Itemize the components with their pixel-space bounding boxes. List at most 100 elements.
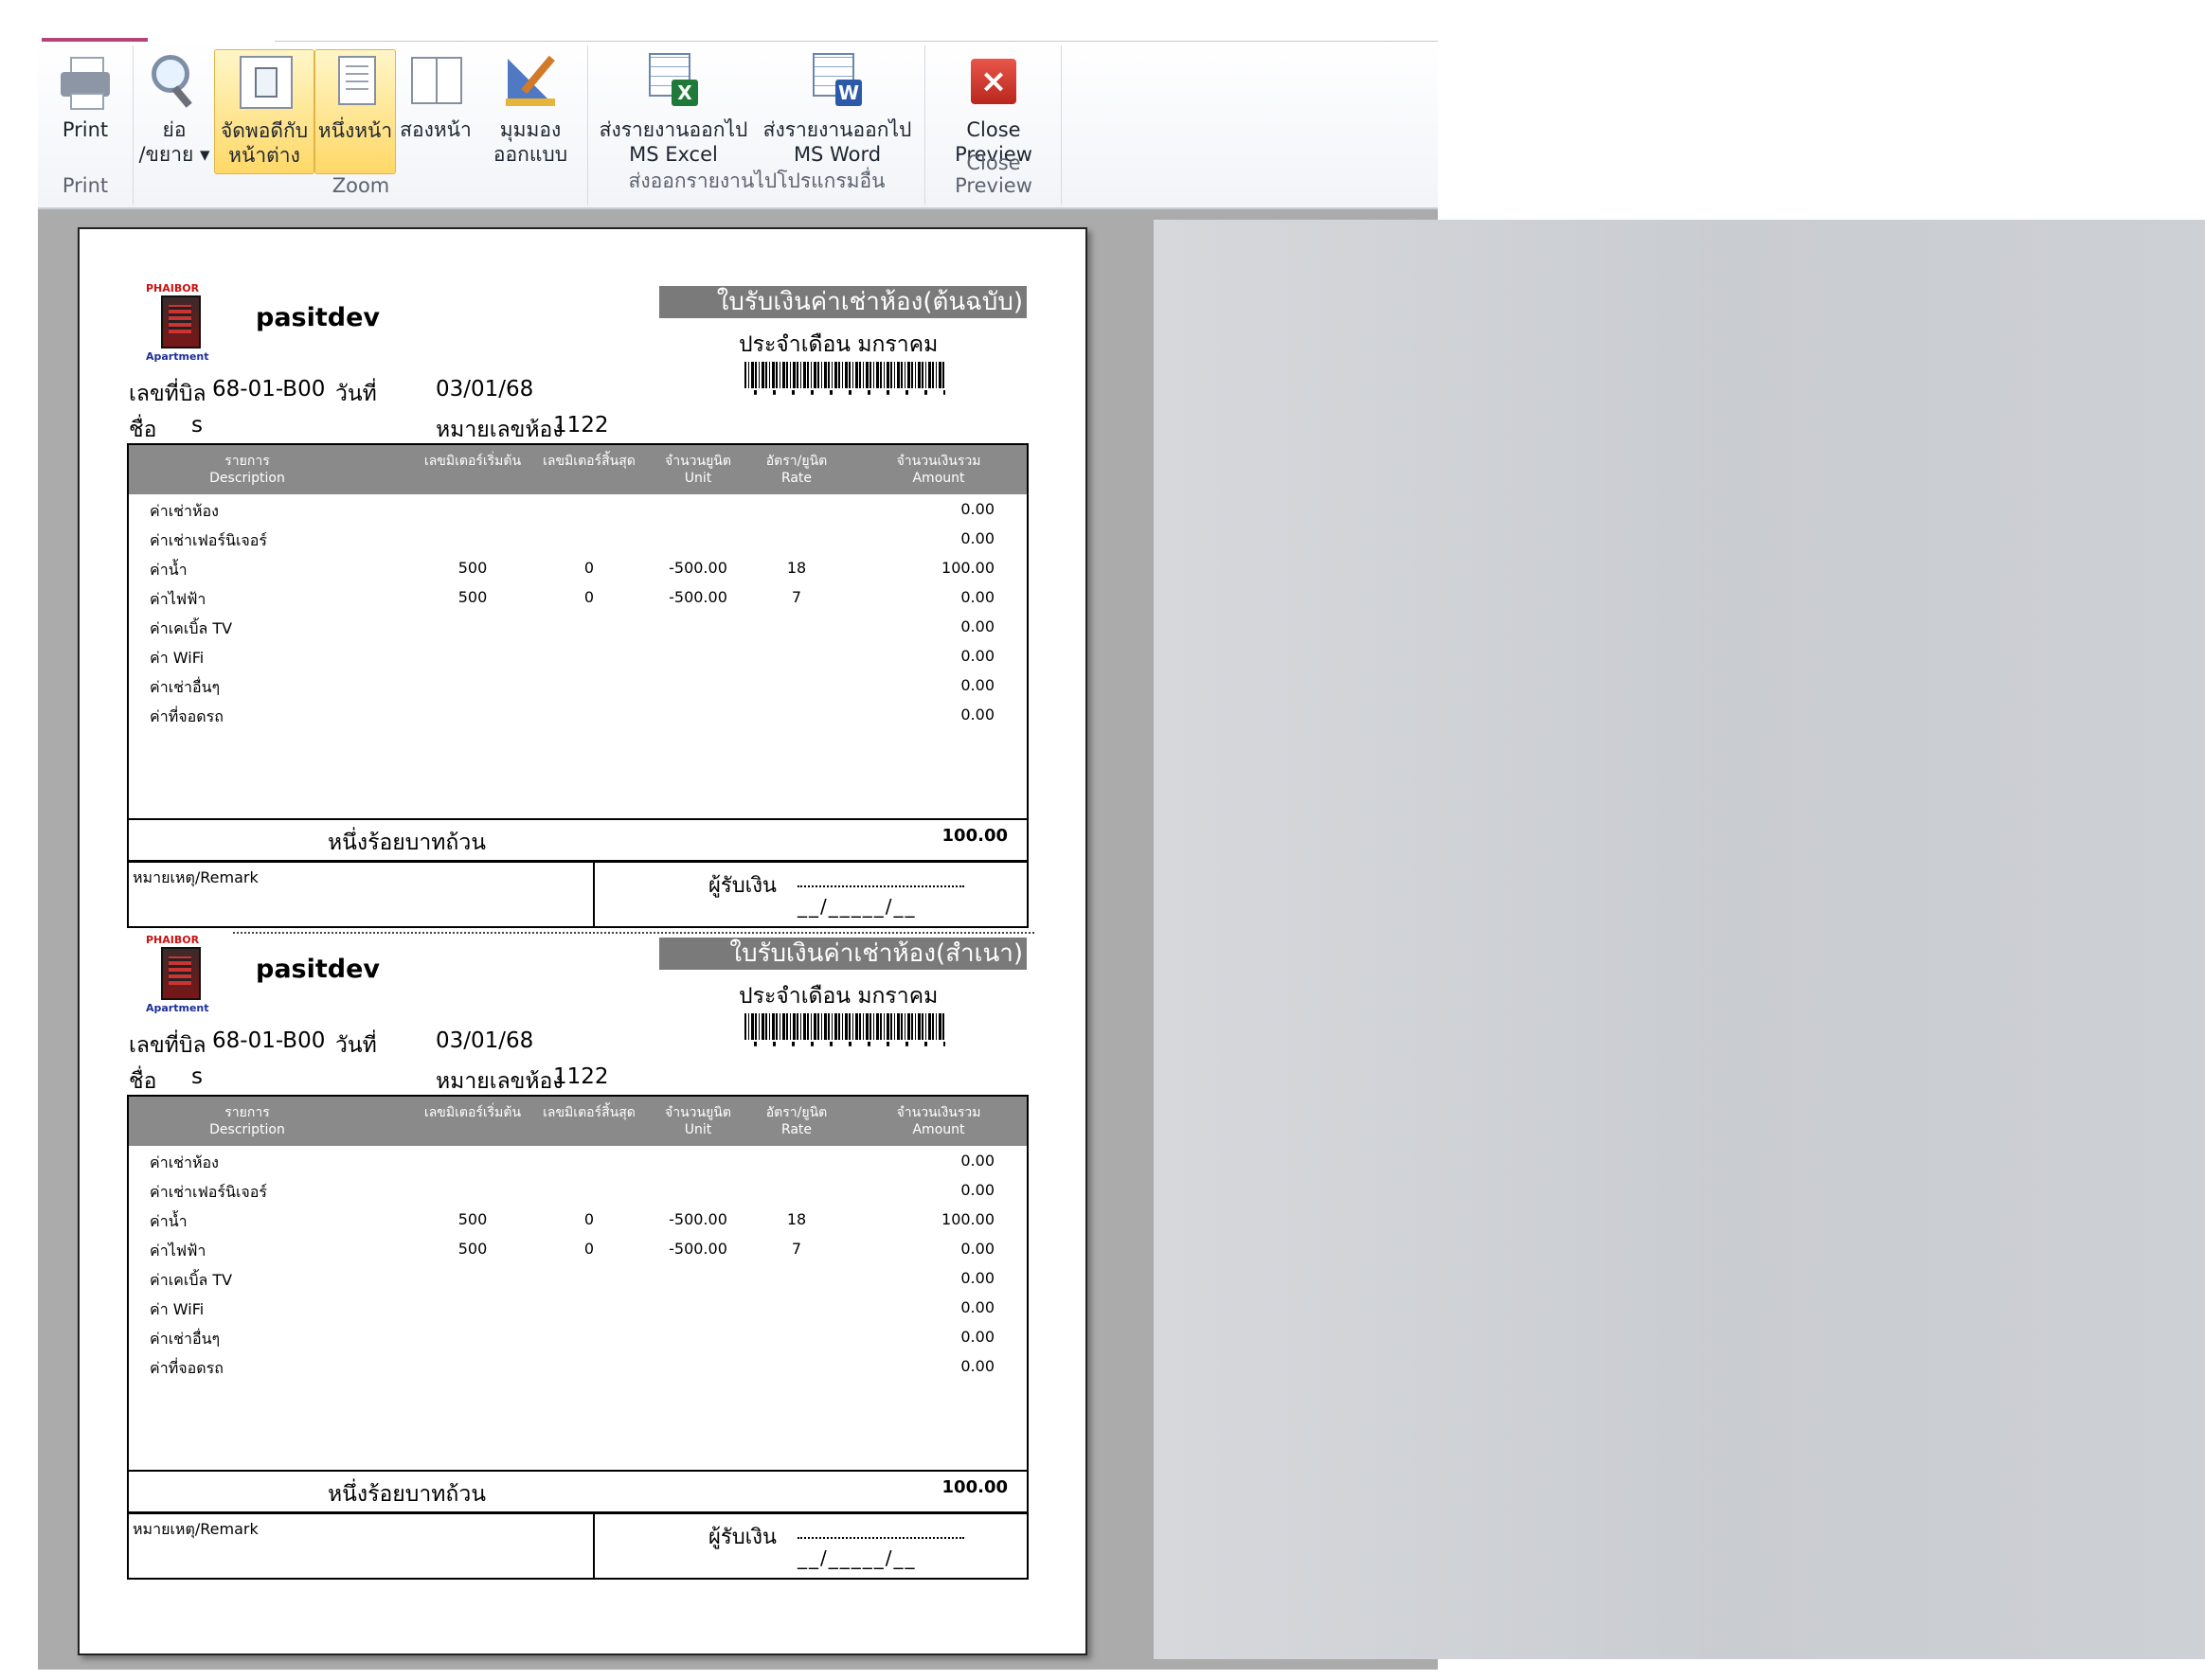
cell-desc: ค่าเช่าเฟอร์นิเจอร์ (150, 531, 267, 549)
design-view-button-label: มุมมอง ออกแบบ (493, 118, 568, 166)
billing-month: ประจำเดือน มกราคม (739, 984, 939, 1009)
cell-desc: ค่าเช่าเฟอร์นิเจอร์ (150, 1183, 267, 1201)
date-value: 03/01/68 (436, 1028, 534, 1053)
table-row: ค่าเคเบิ้ล TV 0.00 (129, 617, 1027, 640)
col-amount: จำนวนเงินรวม Amount (896, 1105, 981, 1137)
receipt-no: 68-01-B00 (212, 1028, 326, 1053)
name-label: ชื่อ (129, 1069, 157, 1094)
ribbon-group-close: × Close Preview Close Preview (926, 45, 1062, 205)
cell-rate: 7 (791, 1240, 802, 1258)
export-word-button[interactable]: W ส่งรายงานออกไป MS Word (756, 49, 919, 172)
col-description: รายการ Description (209, 454, 285, 486)
fit-window-icon (236, 54, 293, 111)
apartment-logo: PHAIBOR Apartment (140, 282, 222, 366)
col-description: รายการ Description (209, 1105, 285, 1137)
company-name: pasitdev (256, 303, 381, 332)
table-row: ค่าไฟฟ้า 500 0 -500.00 7 0.00 (129, 588, 1027, 611)
logo-brand-text: PHAIBOR (146, 934, 200, 946)
one-page-icon (327, 54, 384, 111)
receipt-title: ใบรับเงินค่าเช่าห้อง(สำเนา) (659, 938, 1027, 970)
cell-rate: 7 (791, 588, 802, 606)
two-pages-button[interactable]: สองหน้า (396, 49, 475, 172)
export-word-button-label: ส่งรายงานออกไป MS Word (762, 118, 912, 166)
room-number: 1122 (553, 1064, 609, 1089)
zoom-button[interactable]: ย่อ /ขยาย ▾ (136, 49, 212, 172)
cell-desc: ค่าไฟฟ้า (150, 1242, 206, 1260)
ribbon-group-print: Print Print (38, 45, 134, 205)
logo-apartment-text: Apartment (146, 1002, 209, 1014)
col-amount: จำนวนเงินรวม Amount (896, 454, 981, 486)
charges-table-body: ค่าเช่าห้อง 0.00 ค่าเช่าเฟอร์นิเจอร์ 0.00 ค่… (129, 1148, 1027, 1470)
cell-rate: 18 (786, 559, 807, 577)
name-label: ชื่อ (129, 418, 157, 442)
signature-line (798, 1537, 964, 1539)
total-amount: 100.00 (941, 826, 1008, 846)
payee-label: ผู้รับเงิน (708, 1526, 777, 1549)
cell-amount: 0.00 (960, 1152, 995, 1170)
export-excel-button[interactable]: X ส่งรายงานออกไป MS Excel (593, 49, 754, 172)
date-label: วันที่ (335, 1033, 377, 1058)
table-row: ค่าน้ำ 500 0 -500.00 18 100.00 (129, 559, 1027, 581)
receipt-original: PHAIBOR Apartment pasitdev ใบรับเงินค่าเ… (80, 229, 1085, 928)
cell-desc: ค่าน้ำ (150, 1212, 188, 1230)
design-view-icon (502, 53, 559, 110)
table-row: ค่า WiFi 0.00 (129, 647, 1027, 670)
export-excel-button-label: ส่งรายงานออกไป MS Excel (599, 118, 748, 166)
tenant-name: s (191, 1064, 203, 1089)
receipt-title: ใบรับเงินค่าเช่าห้อง(ต้นฉบับ) (659, 286, 1027, 318)
fit-window-button[interactable]: จัดพอดีกับ หน้าต่าง (214, 49, 314, 174)
preview-side-panel (1154, 220, 2205, 1659)
cell-desc: ค่าเช่าห้อง (150, 1153, 219, 1171)
room-label: หมายเลขห้อง (436, 1069, 564, 1094)
total-in-words: หนึ่งร้อยบาทถ้วน (328, 831, 486, 855)
cell-amount: 0.00 (960, 676, 995, 694)
cell-end: 0 (583, 559, 595, 577)
table-row: ค่าเช่าห้อง 0.00 (129, 500, 1027, 523)
cell-unit: -500.00 (669, 1240, 727, 1258)
ribbon-group-zoom: ย่อ /ขยาย ▾ จัดพอดีกับ หน้าต่าง หนึ่งหน้… (134, 45, 588, 205)
table-row: ค่า WiFi 0.00 (129, 1298, 1027, 1321)
col-rate: อัตรา/ยูนิต Rate (765, 454, 828, 486)
cell-unit: -500.00 (669, 559, 727, 577)
excel-export-icon: X (645, 53, 702, 110)
cell-desc: ค่าไฟฟ้า (150, 590, 206, 608)
cell-desc: ค่าเคเบิ้ล TV (150, 1271, 233, 1289)
total-amount: 100.00 (941, 1477, 1008, 1497)
table-row: ค่าเช่าเฟอร์นิเจอร์ 0.00 (129, 1181, 1027, 1204)
one-page-button[interactable]: หนึ่งหน้า (314, 49, 396, 174)
total-in-words: หนึ่งร้อยบาทถ้วน (328, 1482, 486, 1507)
print-button[interactable]: Print (44, 49, 127, 172)
remarks-section: หมายเหตุ/Remark ผู้รับเงิน __/_____/__ (127, 1511, 1029, 1580)
printer-icon (57, 53, 114, 110)
charges-table-header: รายการ Description เลขมิเตอร์เริ่มต้น เล… (129, 1097, 1027, 1146)
table-row: ค่าเช่าห้อง 0.00 (129, 1152, 1027, 1174)
two-pages-button-label: สองหน้า (400, 118, 472, 141)
cell-amount: 0.00 (960, 617, 995, 635)
col-meter-end: เลขมิเตอร์สิ้นสุด (543, 1105, 636, 1120)
remark-label: หมายเหตุ/Remark (133, 1520, 259, 1538)
cell-rate: 18 (786, 1210, 807, 1228)
charges-table-header: รายการ Description เลขมิเตอร์เริ่มต้น เล… (129, 445, 1027, 494)
col-meter-end: เลขมิเตอร์สิ้นสุด (543, 454, 636, 469)
cell-desc: ค่าเคเบิ้ล TV (150, 619, 233, 637)
close-icon: × (965, 53, 1022, 110)
ribbon-group-export: X ส่งรายงานออกไป MS Excel W ส่งรายงานออก… (589, 45, 925, 205)
receipt-no-label: เลขที่บิล (129, 1033, 206, 1058)
table-row: ค่าเคเบิ้ล TV 0.00 (129, 1269, 1027, 1292)
charges-table-body: ค่าเช่าห้อง 0.00 ค่าเช่าเฟอร์นิเจอร์ 0.00 ค่… (129, 496, 1027, 818)
cell-unit: -500.00 (669, 1210, 727, 1228)
signature-date: __/_____/__ (798, 1546, 917, 1569)
table-row: ค่าเช่าอื่นๆ 0.00 (129, 676, 1027, 699)
room-number: 1122 (553, 413, 609, 438)
col-meter-start: เลขมิเตอร์เริ่มต้น (423, 454, 522, 469)
table-row: ค่าไฟฟ้า 500 0 -500.00 7 0.00 (129, 1240, 1027, 1262)
receipt-no-label: เลขที่บิล (129, 382, 206, 406)
fit-window-button-label: จัดพอดีกับ หน้าต่าง (220, 119, 309, 167)
cell-amount: 0.00 (960, 1357, 995, 1375)
billing-month: ประจำเดือน มกราคม (739, 332, 939, 357)
date-value: 03/01/68 (436, 377, 534, 402)
design-view-button[interactable]: มุมมอง ออกแบบ (479, 49, 582, 172)
cell-desc: ค่า WiFi (150, 649, 205, 667)
total-row: หนึ่งร้อยบาทถ้วน 100.00 (129, 818, 1027, 858)
receipt-copy: PHAIBOR Apartment pasitdev ใบรับเงินค่าเ… (80, 881, 1085, 1580)
